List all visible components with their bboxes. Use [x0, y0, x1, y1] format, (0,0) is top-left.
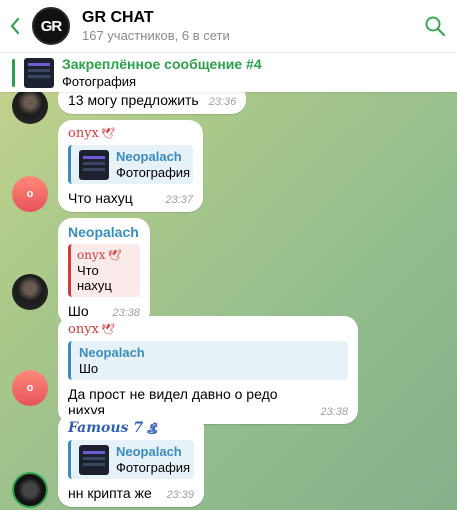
island-emoji: 🏝: [145, 422, 160, 435]
reply-text: Фотография: [116, 460, 191, 475]
pinned-message-bar[interactable]: Закреплённое сообщение #4 Фотография: [0, 52, 457, 92]
message-text: Что нахуц: [68, 190, 133, 206]
avatar-letter: o: [26, 382, 34, 394]
message-bubble: Famous 7 🏝 Neopalach Фотография нн крипта…: [58, 414, 204, 507]
sender-name[interactable]: Neopalach: [68, 224, 140, 240]
message-bubble: onyx 🕊 Neopalach Шо Да прост не видел дав…: [58, 316, 358, 424]
message-bubble: onyx 🕊 Neopalach Фотография Что нахуц 23:…: [58, 120, 203, 212]
back-button[interactable]: [0, 0, 30, 52]
dove-emoji: 🕊: [100, 127, 115, 140]
group-avatar[interactable]: GR: [32, 7, 70, 45]
sender-name[interactable]: onyx 🕊: [68, 322, 348, 337]
group-avatar-text: GR: [40, 17, 62, 35]
user-avatar[interactable]: o: [12, 370, 48, 406]
reply-text: Шо: [79, 361, 99, 376]
chat-info[interactable]: GR CHAT 167 участников, 6 в сети: [82, 9, 413, 43]
pinned-accent-bar: [12, 58, 15, 87]
sender-name[interactable]: onyx 🕊: [68, 126, 193, 141]
dove-emoji: 🕊: [107, 249, 122, 262]
pinned-subtitle: Фотография: [62, 74, 137, 89]
user-avatar[interactable]: [12, 472, 48, 508]
search-button[interactable]: [413, 0, 457, 52]
reply-quote[interactable]: Neopalach Шо: [68, 341, 348, 380]
message-text: 13 могу предложить: [68, 92, 199, 108]
message-time: 23:39: [166, 489, 194, 501]
sender-name[interactable]: Famous 7 🏝: [68, 420, 194, 436]
user-avatar[interactable]: o: [12, 176, 48, 212]
chat-title: GR CHAT: [82, 9, 154, 26]
reply-thumbnail: [79, 149, 109, 180]
message-bubble: Neopalach onyx 🕊 Что нахуц Шо 23:38: [58, 218, 150, 325]
reply-quote[interactable]: Neopalach Фотография: [68, 440, 194, 479]
user-avatar[interactable]: [12, 274, 48, 310]
reply-author: Neopalach: [116, 444, 182, 459]
pinned-thumbnail: [24, 57, 54, 88]
search-icon: [425, 16, 446, 37]
message-time: 23:37: [165, 194, 193, 206]
reply-quote[interactable]: Neopalach Фотография: [68, 145, 193, 184]
pinned-title: Закреплённое сообщение #4: [62, 56, 262, 72]
reply-text: Фотография: [116, 165, 191, 180]
chat-subtitle: 167 участников, 6 в сети: [82, 28, 230, 43]
avatar-letter: o: [26, 188, 34, 200]
message-time: 23:38: [320, 406, 348, 418]
chat-header: GR GR CHAT 167 участников, 6 в сети: [0, 0, 457, 52]
dove-emoji: 🕊: [100, 323, 115, 336]
message-time: 23:36: [208, 96, 237, 108]
user-avatar[interactable]: [12, 88, 48, 124]
reply-author: onyx 🕊: [77, 248, 122, 262]
message-text: нн крипта же: [68, 485, 152, 501]
reply-thumbnail: [79, 444, 109, 475]
reply-text: Что нахуц: [77, 263, 112, 293]
reply-quote[interactable]: onyx 🕊 Что нахуц: [68, 244, 140, 297]
chevron-left-icon: [10, 17, 20, 35]
reply-author: Neopalach: [116, 149, 182, 164]
reply-author: Neopalach: [79, 345, 145, 360]
